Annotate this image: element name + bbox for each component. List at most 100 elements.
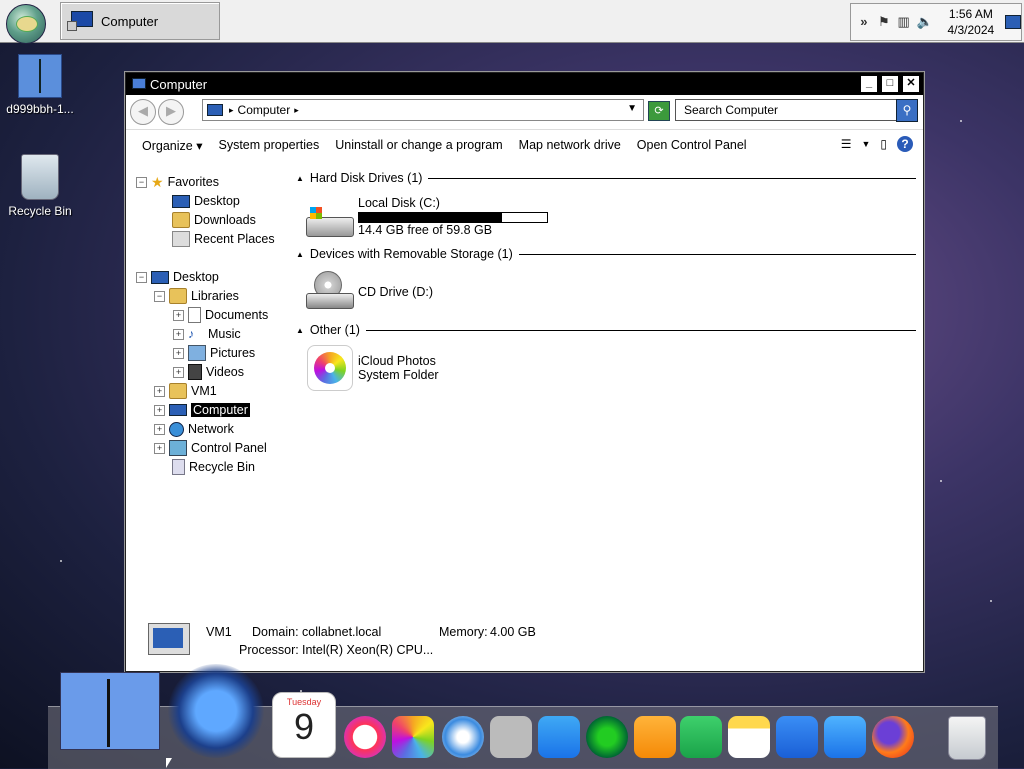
window-title: Computer xyxy=(150,76,208,92)
dock-icloud-icon[interactable] xyxy=(538,716,580,758)
search-icon[interactable]: ⚲ xyxy=(896,99,918,122)
dock-pages-icon[interactable] xyxy=(634,716,676,758)
desktop-icon-label: Recycle Bin xyxy=(8,204,72,218)
breadcrumb-chevron-icon[interactable]: ▸ xyxy=(229,105,234,116)
cd-drive-name[interactable]: CD Drive (D:) xyxy=(358,285,433,299)
tree-item-computer[interactable]: + Computer xyxy=(154,401,250,419)
dock-mail-icon[interactable] xyxy=(824,716,866,758)
refresh-button[interactable]: ⟳ xyxy=(648,101,670,121)
close-button[interactable]: ✕ xyxy=(902,75,920,93)
dock-calendar-icon[interactable]: Tuesday 9 xyxy=(272,692,336,758)
disk-usage-bar xyxy=(358,212,548,223)
start-button[interactable] xyxy=(6,4,46,44)
dock-photos-icon[interactable] xyxy=(392,716,434,758)
recent-places-icon xyxy=(172,231,190,247)
volume-muted-icon[interactable]: 🔈 xyxy=(917,14,933,30)
tree-item-music[interactable]: + ♪ Music xyxy=(173,325,241,343)
preview-pane-icon[interactable]: ▯ xyxy=(880,137,887,151)
star xyxy=(940,480,942,482)
icloud-photos-name[interactable]: iCloud Photos xyxy=(358,354,436,368)
tree-item-downloads[interactable]: Downloads xyxy=(172,211,256,229)
group-header-removable-storage[interactable]: ▲ Devices with Removable Storage (1) xyxy=(296,247,916,261)
dock-numbers-icon[interactable] xyxy=(680,716,722,758)
group-header-other[interactable]: ▲ Other (1) xyxy=(296,323,916,337)
show-desktop-icon[interactable] xyxy=(1005,15,1021,29)
dock-system-orb-icon[interactable] xyxy=(168,664,264,758)
back-button[interactable]: ◀ xyxy=(130,99,156,125)
tree-item-videos[interactable]: + Videos xyxy=(173,363,244,381)
recycle-bin-icon xyxy=(21,154,59,200)
dock-finder-icon[interactable] xyxy=(60,672,160,750)
group-header-hard-disk-drives[interactable]: ▲ Hard Disk Drives (1) xyxy=(296,171,916,185)
tree-item-libraries[interactable]: − Libraries xyxy=(154,287,239,305)
search-input[interactable]: Search Computer xyxy=(675,99,903,121)
expand-icon[interactable]: + xyxy=(154,423,165,435)
tree-item-desktop[interactable]: Desktop xyxy=(172,192,240,210)
collapse-icon[interactable]: − xyxy=(154,290,165,302)
clock[interactable]: 1:56 AM 4/3/2024 xyxy=(941,6,1002,38)
open-control-panel-button[interactable]: Open Control Panel xyxy=(637,138,747,152)
tree-item-favorites[interactable]: − ★ Favorites xyxy=(136,173,219,191)
tree-item-recent-places[interactable]: Recent Places xyxy=(172,230,275,248)
local-disk-name[interactable]: Local Disk (C:) xyxy=(358,196,440,210)
expand-icon[interactable]: + xyxy=(173,309,184,321)
dock-trash-icon[interactable] xyxy=(948,716,986,760)
tree-item-documents[interactable]: + Documents xyxy=(173,306,268,324)
icloud-photos-type: System Folder xyxy=(358,368,439,382)
breadcrumb-chevron-icon[interactable]: ▸ xyxy=(294,105,299,116)
expand-icon[interactable]: + xyxy=(173,347,184,359)
cd-drive-icon xyxy=(306,271,354,311)
tree-item-desktop-root[interactable]: − Desktop xyxy=(136,268,219,286)
expand-icon[interactable]: + xyxy=(154,404,165,416)
maximize-button[interactable]: □ xyxy=(881,75,899,93)
address-bar[interactable]: ▸ Computer ▸ ▼ xyxy=(202,99,644,121)
tree-item-vm1[interactable]: + VM1 xyxy=(154,382,217,400)
desktop-icon-recycle-bin[interactable]: Recycle Bin xyxy=(0,154,80,218)
expand-icon[interactable]: + xyxy=(173,366,184,378)
dock-radar-icon[interactable] xyxy=(586,716,628,758)
flag-icon[interactable]: ⚑ xyxy=(877,14,891,30)
breadcrumb-computer[interactable]: Computer xyxy=(238,103,291,117)
map-network-drive-button[interactable]: Map network drive xyxy=(519,138,621,152)
star xyxy=(960,120,962,122)
address-dropdown-icon[interactable]: ▼ xyxy=(627,103,637,114)
collapse-icon[interactable]: − xyxy=(136,271,147,283)
address-row: ◀ ▶ ▸ Computer ▸ ▼ ⟳ Search Computer ⚲ xyxy=(126,95,923,130)
dock-firefox-icon[interactable] xyxy=(872,716,914,758)
dock-safari-icon[interactable] xyxy=(442,716,484,758)
organize-button[interactable]: Organize ▾ xyxy=(142,138,202,153)
dock-keynote-icon[interactable] xyxy=(776,716,818,758)
network-icon[interactable]: ▥ xyxy=(897,14,911,30)
tree-item-pictures[interactable]: + Pictures xyxy=(173,344,255,362)
expand-icon[interactable]: + xyxy=(173,328,184,340)
desktop-icon-vm[interactable]: d999bbh-1... xyxy=(0,54,80,116)
star xyxy=(60,560,62,562)
view-dropdown-icon[interactable]: ▼ xyxy=(861,139,870,149)
help-icon[interactable]: ? xyxy=(897,136,913,152)
collapse-icon[interactable]: − xyxy=(136,176,147,188)
dock-music-icon[interactable] xyxy=(344,716,386,758)
system-tray: » ⚑ ▥ 🔈 1:56 AM 4/3/2024 xyxy=(850,3,1022,41)
taskbar-item-computer[interactable]: Computer xyxy=(60,2,220,40)
system-properties-button[interactable]: System properties xyxy=(218,138,319,152)
dock-contacts-icon[interactable] xyxy=(490,716,532,758)
tree-item-network[interactable]: + Network xyxy=(154,420,234,438)
collapse-arrow-icon[interactable]: ▲ xyxy=(296,174,304,183)
title-bar[interactable]: Computer _ □ ✕ xyxy=(126,73,923,95)
forward-button[interactable]: ▶ xyxy=(158,99,184,125)
minimize-button[interactable]: _ xyxy=(860,75,878,93)
expand-icon[interactable]: + xyxy=(154,385,165,397)
uninstall-program-button[interactable]: Uninstall or change a program xyxy=(335,138,502,152)
collapse-arrow-icon[interactable]: ▲ xyxy=(296,326,304,335)
libraries-icon xyxy=(169,288,187,304)
change-view-icon[interactable]: ☰ xyxy=(841,137,852,151)
expand-icon[interactable]: + xyxy=(154,442,165,454)
detail-domain-value: collabnet.local xyxy=(302,625,382,639)
chevron-icon[interactable]: » xyxy=(857,14,871,30)
view-controls: ☰ ▼ ▯ ? xyxy=(831,136,913,152)
dock-notes-icon[interactable] xyxy=(728,716,770,758)
tree-item-control-panel[interactable]: + Control Panel xyxy=(154,439,267,457)
tree-item-recycle-bin[interactable]: Recycle Bin xyxy=(172,458,255,476)
collapse-arrow-icon[interactable]: ▲ xyxy=(296,250,304,259)
clock-time: 1:56 AM xyxy=(948,7,993,21)
